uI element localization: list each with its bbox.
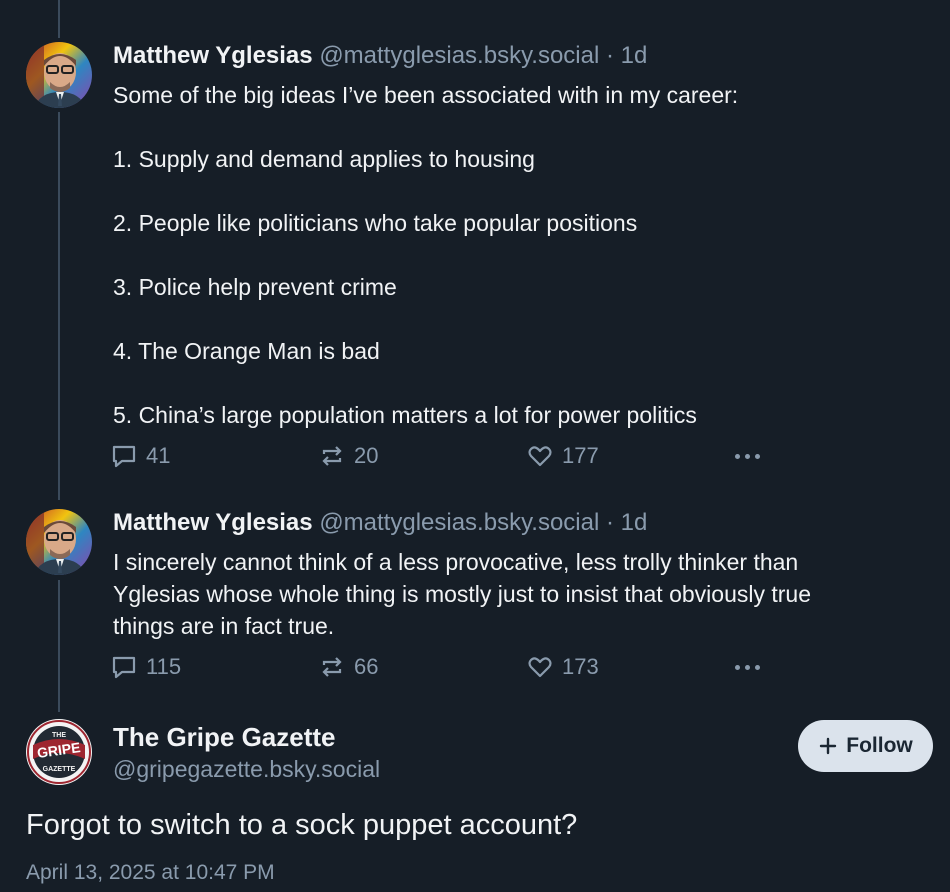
main-author-handle[interactable]: @gripegazette.bsky.social — [113, 753, 380, 785]
repost-button[interactable]: 66 — [318, 653, 378, 681]
follow-button[interactable]: Follow — [798, 720, 933, 772]
author-name[interactable]: Matthew Yglesias — [113, 42, 313, 69]
speech-bubble-icon — [112, 656, 136, 679]
separator-dot: · — [606, 509, 614, 536]
reply-button[interactable]: 41 — [110, 442, 170, 470]
like-button[interactable]: 173 — [526, 653, 599, 681]
post-header: Matthew Yglesias @mattyglesias.bsky.soci… — [113, 41, 647, 71]
post-actions: 41 20 177 — [110, 442, 790, 474]
heart-icon — [528, 446, 552, 467]
previous-post-actions-fragment — [110, 0, 610, 2]
author-handle[interactable]: @mattyglesias.bsky.social — [319, 42, 599, 69]
svg-text:THE: THE — [52, 732, 66, 739]
main-post-text: Forgot to switch to a sock puppet accoun… — [26, 809, 578, 841]
author-name[interactable]: Matthew Yglesias — [113, 509, 313, 536]
follow-label: Follow — [846, 734, 913, 757]
svg-text:GAZETTE: GAZETTE — [43, 766, 76, 773]
author-avatar[interactable] — [26, 42, 92, 108]
gripe-gazette-avatar[interactable]: THE GRIPE GAZETTE — [26, 719, 92, 785]
main-author-name[interactable]: The Gripe Gazette — [113, 720, 336, 754]
post-age[interactable]: 1d — [621, 509, 648, 536]
post-actions: 115 66 173 — [110, 653, 790, 685]
reply-button[interactable]: 115 — [110, 653, 181, 681]
ellipsis-icon[interactable] — [735, 454, 760, 459]
speech-bubble-icon — [112, 445, 136, 468]
like-count: 173 — [562, 654, 599, 679]
post-text: Some of the big ideas I’ve been associat… — [113, 82, 739, 428]
repost-arrows-icon — [322, 446, 342, 466]
post-timestamp[interactable]: April 13, 2025 at 10:47 PM — [26, 858, 275, 888]
plus-icon — [820, 737, 837, 755]
author-avatar[interactable] — [26, 509, 92, 575]
reply-count: 41 — [146, 443, 171, 468]
heart-icon — [528, 657, 552, 678]
repost-button[interactable]: 20 — [318, 442, 378, 470]
thread-line-middle — [58, 112, 60, 500]
repost-count: 66 — [354, 654, 379, 679]
reply-count: 115 — [146, 654, 182, 679]
post-age[interactable]: 1d — [621, 42, 648, 69]
author-handle[interactable]: @mattyglesias.bsky.social — [319, 509, 599, 536]
thread-line-bottom — [58, 580, 60, 712]
ellipsis-icon[interactable] — [735, 665, 760, 670]
post-text: I sincerely cannot think of a less provo… — [113, 549, 811, 639]
thread-line-top — [58, 0, 60, 38]
post-header: Matthew Yglesias @mattyglesias.bsky.soci… — [113, 508, 647, 538]
like-count: 177 — [562, 443, 599, 468]
repost-count: 20 — [354, 443, 379, 468]
repost-arrows-icon — [322, 657, 342, 677]
separator-dot: · — [606, 42, 614, 69]
like-button[interactable]: 177 — [526, 442, 599, 470]
